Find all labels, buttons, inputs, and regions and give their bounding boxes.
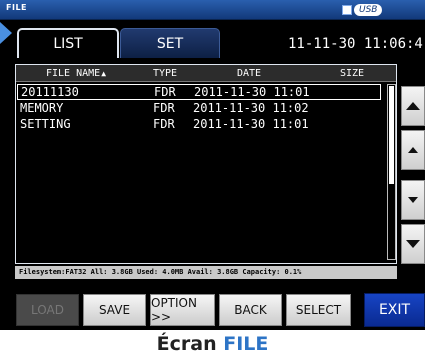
file-type: FDR: [154, 85, 176, 99]
usb-status: USB: [342, 4, 400, 16]
sort-ascending-icon: ▲: [101, 69, 107, 78]
device-screen: FILE USB LIST SET 11-11-30 11:06:4 FILE …: [0, 0, 425, 330]
function-keys: LOAD SAVE OPTION >> BACK SELECT EXIT: [0, 293, 425, 330]
column-type[interactable]: TYPE: [153, 68, 177, 79]
file-date: 2011-11-30 11:02: [193, 101, 309, 115]
table-row[interactable]: MEMORY FDR 2011-11-30 11:02: [17, 101, 381, 117]
window-title: FILE: [6, 3, 28, 12]
header: LIST SET 11-11-30 11:06:4: [0, 20, 425, 62]
column-file-name[interactable]: FILE NAME▲: [46, 68, 106, 79]
back-button[interactable]: BACK: [219, 294, 282, 326]
caption-accent: FILE: [223, 333, 269, 355]
line-down-button[interactable]: [401, 180, 425, 220]
column-size[interactable]: SIZE: [340, 68, 364, 79]
file-date: 2011-11-30 11:01: [193, 117, 309, 131]
caption-prefix: Écran: [156, 333, 224, 355]
file-type: FDR: [153, 101, 175, 115]
table-row[interactable]: 20111130 FDR 2011-11-30 11:01: [17, 84, 381, 100]
option-button[interactable]: OPTION >>: [150, 294, 215, 326]
scroll-thumb[interactable]: [389, 86, 394, 184]
tab-set[interactable]: SET: [120, 28, 220, 58]
tab-list[interactable]: LIST: [17, 28, 119, 58]
scroll-track[interactable]: [387, 84, 396, 260]
file-date: 2011-11-30 11:01: [194, 85, 310, 99]
triangle-down-icon: [406, 240, 420, 248]
exit-button[interactable]: EXIT: [364, 293, 425, 327]
file-type: FDR: [153, 117, 175, 131]
clock-display: 11-11-30 11:06:4: [288, 36, 423, 52]
file-name: SETTING: [20, 117, 71, 131]
triangle-up-icon: [406, 102, 420, 110]
triangle-down-icon: [408, 197, 418, 203]
file-list: FILE NAME▲ TYPE DATE SIZE 20111130 FDR 2…: [15, 64, 397, 264]
column-header: FILE NAME▲ TYPE DATE SIZE: [16, 65, 396, 82]
file-rows: 20111130 FDR 2011-11-30 11:01 MEMORY FDR…: [16, 83, 396, 263]
scrollbar[interactable]: [385, 84, 398, 260]
page-down-button[interactable]: [401, 224, 425, 264]
title-bar: FILE USB: [0, 0, 425, 20]
file-name: MEMORY: [20, 101, 64, 115]
usb-icon: [342, 5, 352, 15]
save-button[interactable]: SAVE: [83, 294, 146, 326]
line-up-button[interactable]: [401, 130, 425, 170]
select-button[interactable]: SELECT: [286, 294, 351, 326]
file-name: 20111130: [21, 85, 79, 99]
column-date[interactable]: DATE: [237, 68, 261, 79]
table-row[interactable]: SETTING FDR 2011-11-30 11:01: [17, 117, 381, 133]
usb-label: USB: [354, 4, 383, 16]
screen-caption: Écran FILE: [0, 333, 425, 355]
triangle-up-icon: [408, 147, 418, 153]
pointer-arrow-icon: [0, 22, 12, 44]
load-button[interactable]: LOAD: [16, 294, 79, 326]
page-up-button[interactable]: [401, 86, 425, 126]
filesystem-status: Filesystem:FAT32 All: 3.8GB Used: 4.0MB …: [15, 266, 397, 279]
